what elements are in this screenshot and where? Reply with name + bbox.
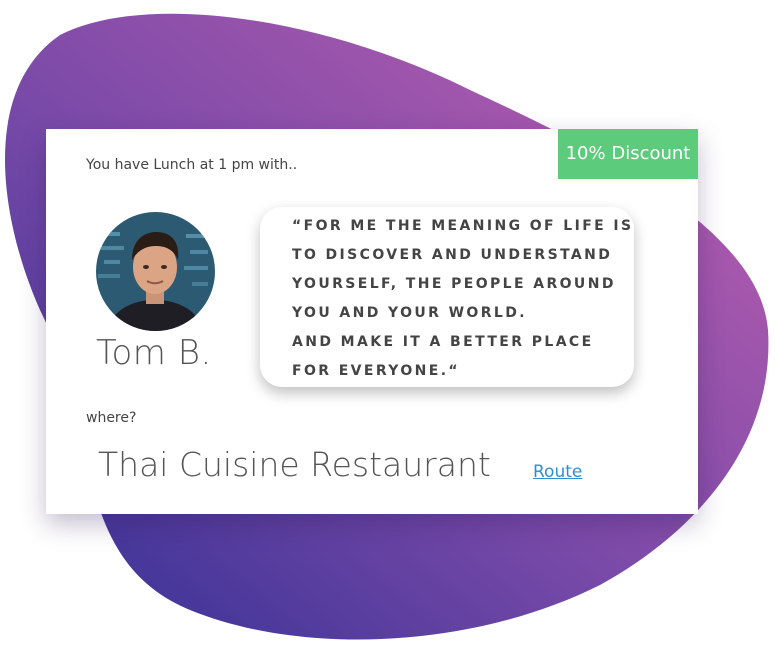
where-label: where? bbox=[86, 410, 137, 426]
lunch-intro-text: You have Lunch at 1 pm with.. bbox=[86, 157, 298, 173]
lunch-card: 10% Discount You have Lunch at 1 pm with… bbox=[46, 129, 698, 514]
discount-badge[interactable]: 10% Discount bbox=[558, 129, 698, 179]
person-name: Tom B. bbox=[96, 333, 212, 373]
quote-text: “FOR ME THE MEANING OF LIFE IS TO DISCOV… bbox=[292, 216, 634, 390]
restaurant-name: Thai Cuisine Restaurant bbox=[98, 445, 491, 484]
route-link[interactable]: Route bbox=[533, 462, 582, 482]
quote-line: AND MAKE IT A BETTER PLACE bbox=[292, 334, 594, 350]
quote-line: YOURSELF, THE PEOPLE AROUND bbox=[292, 276, 616, 292]
quote-line: YOU AND YOUR WORLD. bbox=[292, 305, 527, 321]
avatar bbox=[96, 212, 215, 331]
quote-line: TO DISCOVER AND UNDERSTAND bbox=[292, 247, 613, 263]
person-photo-icon bbox=[96, 212, 215, 331]
quote-line: FOR EVERYONE.“ bbox=[292, 363, 461, 379]
quote-line: “FOR ME THE MEANING OF LIFE IS bbox=[292, 218, 634, 234]
page: 10% Discount You have Lunch at 1 pm with… bbox=[0, 0, 775, 661]
